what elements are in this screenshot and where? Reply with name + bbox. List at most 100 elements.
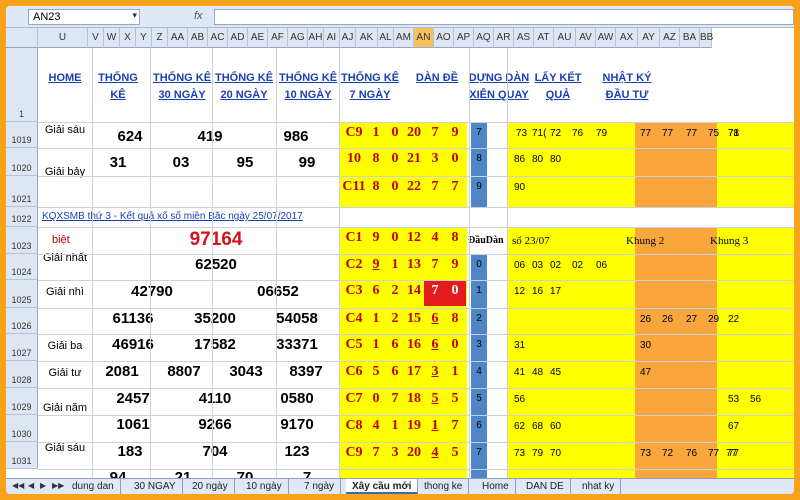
- row-header[interactable]: 1029: [6, 388, 38, 415]
- fx-icon[interactable]: fx: [194, 10, 203, 22]
- giai-bay-value: 99: [298, 154, 316, 171]
- kqxs-link[interactable]: KQXSMB thứ 3 - Kết quả xổ số miền Bắc ng…: [42, 211, 342, 225]
- row-header[interactable]: 1031: [6, 442, 38, 469]
- column-header[interactable]: Y: [136, 28, 152, 48]
- column-header[interactable]: AY: [638, 28, 660, 48]
- link-home[interactable]: HOME: [40, 70, 90, 110]
- column-header[interactable]: AQ: [474, 28, 494, 48]
- column-header[interactable]: AZ: [660, 28, 680, 48]
- link-thongke[interactable]: THỐNG KÊ: [90, 70, 146, 110]
- column-header[interactable]: AC: [208, 28, 228, 48]
- value-cell: 77: [662, 128, 674, 139]
- next-sheet-icon[interactable]: ▶: [40, 481, 46, 490]
- c-cell: 0: [391, 125, 399, 140]
- row-header[interactable]: 1028: [6, 361, 38, 388]
- column-header[interactable]: BA: [680, 28, 700, 48]
- column-header[interactable]: AH: [308, 28, 324, 48]
- column-header[interactable]: AS: [514, 28, 534, 48]
- column-header[interactable]: AO: [434, 28, 454, 48]
- giai-sau-value: 419: [197, 128, 223, 145]
- column-header[interactable]: AI: [324, 28, 340, 48]
- c-cell: 5: [451, 445, 459, 460]
- c-cell: 9: [372, 230, 380, 245]
- giai-bay-value: 95: [236, 154, 254, 171]
- c-cell: 3: [431, 151, 439, 166]
- link-dande[interactable]: DÀN ĐỀ: [412, 70, 462, 110]
- column-header[interactable]: AG: [288, 28, 308, 48]
- link-layketqua[interactable]: LẤY KẾT QUẢ: [532, 70, 584, 110]
- row-header[interactable]: 1025: [6, 280, 38, 308]
- column-header[interactable]: AN: [414, 28, 434, 48]
- link-nhatky[interactable]: NHẬT KÝ ĐẦU TƯ: [592, 70, 662, 110]
- column-header[interactable]: AJ: [340, 28, 356, 48]
- c-cell: 20: [407, 125, 421, 140]
- value-cell: 73: [514, 448, 526, 459]
- tab-8[interactable]: DAN DE: [520, 479, 571, 494]
- column-header[interactable]: AK: [356, 28, 378, 48]
- link-tk10[interactable]: THỐNG KÊ 10 NGÀY: [278, 70, 338, 110]
- tab-2[interactable]: 20 ngày: [186, 479, 235, 494]
- name-box[interactable]: AN23 ▾: [28, 9, 140, 25]
- column-header[interactable]: X: [120, 28, 136, 48]
- column-header[interactable]: BB: [700, 28, 713, 48]
- c-cell: 2: [391, 311, 399, 326]
- giai-tu-value: 3043: [229, 363, 263, 380]
- column-header[interactable]: Z: [152, 28, 168, 48]
- tab-5[interactable]: Xây cầu mới: [346, 479, 419, 494]
- c-cell: C5: [345, 337, 363, 352]
- c-cell: 9: [451, 125, 459, 140]
- column-header[interactable]: AP: [454, 28, 474, 48]
- column-header[interactable]: AV: [576, 28, 596, 48]
- row-header[interactable]: 1023: [6, 227, 38, 254]
- column-header[interactable]: AU: [554, 28, 576, 48]
- column-header[interactable]: U: [38, 28, 88, 48]
- column-header[interactable]: W: [104, 28, 120, 48]
- tab-7[interactable]: Home: [476, 479, 516, 494]
- row-header[interactable]: 1026: [6, 308, 38, 334]
- column-header[interactable]: AB: [188, 28, 208, 48]
- tab-0[interactable]: dung dan: [66, 479, 121, 494]
- link-tk7[interactable]: THỐNG KÊ 7 NGÀY: [340, 70, 400, 110]
- row-header[interactable]: 1024: [6, 254, 38, 280]
- column-header[interactable]: AA: [168, 28, 188, 48]
- tab-1[interactable]: 30 NGAY: [128, 479, 183, 494]
- row-header[interactable]: 1021: [6, 176, 38, 207]
- link-dungdan[interactable]: DỰNG DÀN XIÊN QUAY: [468, 70, 530, 110]
- right-yellow-bottom2: [717, 227, 794, 478]
- giai-nhat-value: 62520: [195, 256, 237, 273]
- column-header[interactable]: AM: [394, 28, 414, 48]
- c-cell: 2: [391, 283, 399, 298]
- column-header[interactable]: AX: [616, 28, 638, 48]
- c-cell: 10: [347, 151, 361, 166]
- column-header[interactable]: AL: [378, 28, 394, 48]
- link-tk20[interactable]: THỐNG KÊ 20 NGÀY: [214, 70, 274, 110]
- row-header[interactable]: 1: [6, 48, 38, 122]
- formula-input[interactable]: [214, 9, 794, 25]
- tab-9[interactable]: nhat ky: [576, 479, 622, 494]
- select-all-corner[interactable]: [6, 28, 38, 48]
- chevron-down-icon[interactable]: ▾: [132, 10, 137, 21]
- column-header[interactable]: AT: [534, 28, 554, 48]
- row-header[interactable]: 1020: [6, 148, 38, 176]
- row-header[interactable]: 1019: [6, 122, 38, 148]
- first-sheet-icon[interactable]: ◀◀: [12, 481, 24, 490]
- giai-nam-value: 0580: [280, 390, 314, 407]
- link-tk30[interactable]: THỐNG KÊ 30 NGÀY: [152, 70, 212, 110]
- value-cell: 53: [728, 394, 740, 405]
- value-cell: 71(: [532, 128, 547, 139]
- tab-6[interactable]: thong ke: [418, 479, 470, 494]
- c-cell: 4: [431, 445, 439, 460]
- column-header[interactable]: AR: [494, 28, 514, 48]
- last-sheet-icon[interactable]: ▶▶: [52, 481, 64, 490]
- column-header[interactable]: AW: [596, 28, 616, 48]
- row-header[interactable]: 1022: [6, 207, 38, 227]
- column-header[interactable]: AD: [228, 28, 248, 48]
- row-header[interactable]: 1027: [6, 334, 38, 361]
- tab-4[interactable]: 7 ngày: [298, 479, 342, 494]
- column-header[interactable]: AF: [268, 28, 288, 48]
- row-header[interactable]: 1030: [6, 415, 38, 442]
- prev-sheet-icon[interactable]: ◀: [28, 481, 34, 490]
- column-header[interactable]: V: [88, 28, 104, 48]
- tab-3[interactable]: 10 ngày: [240, 479, 289, 494]
- column-header[interactable]: AE: [248, 28, 268, 48]
